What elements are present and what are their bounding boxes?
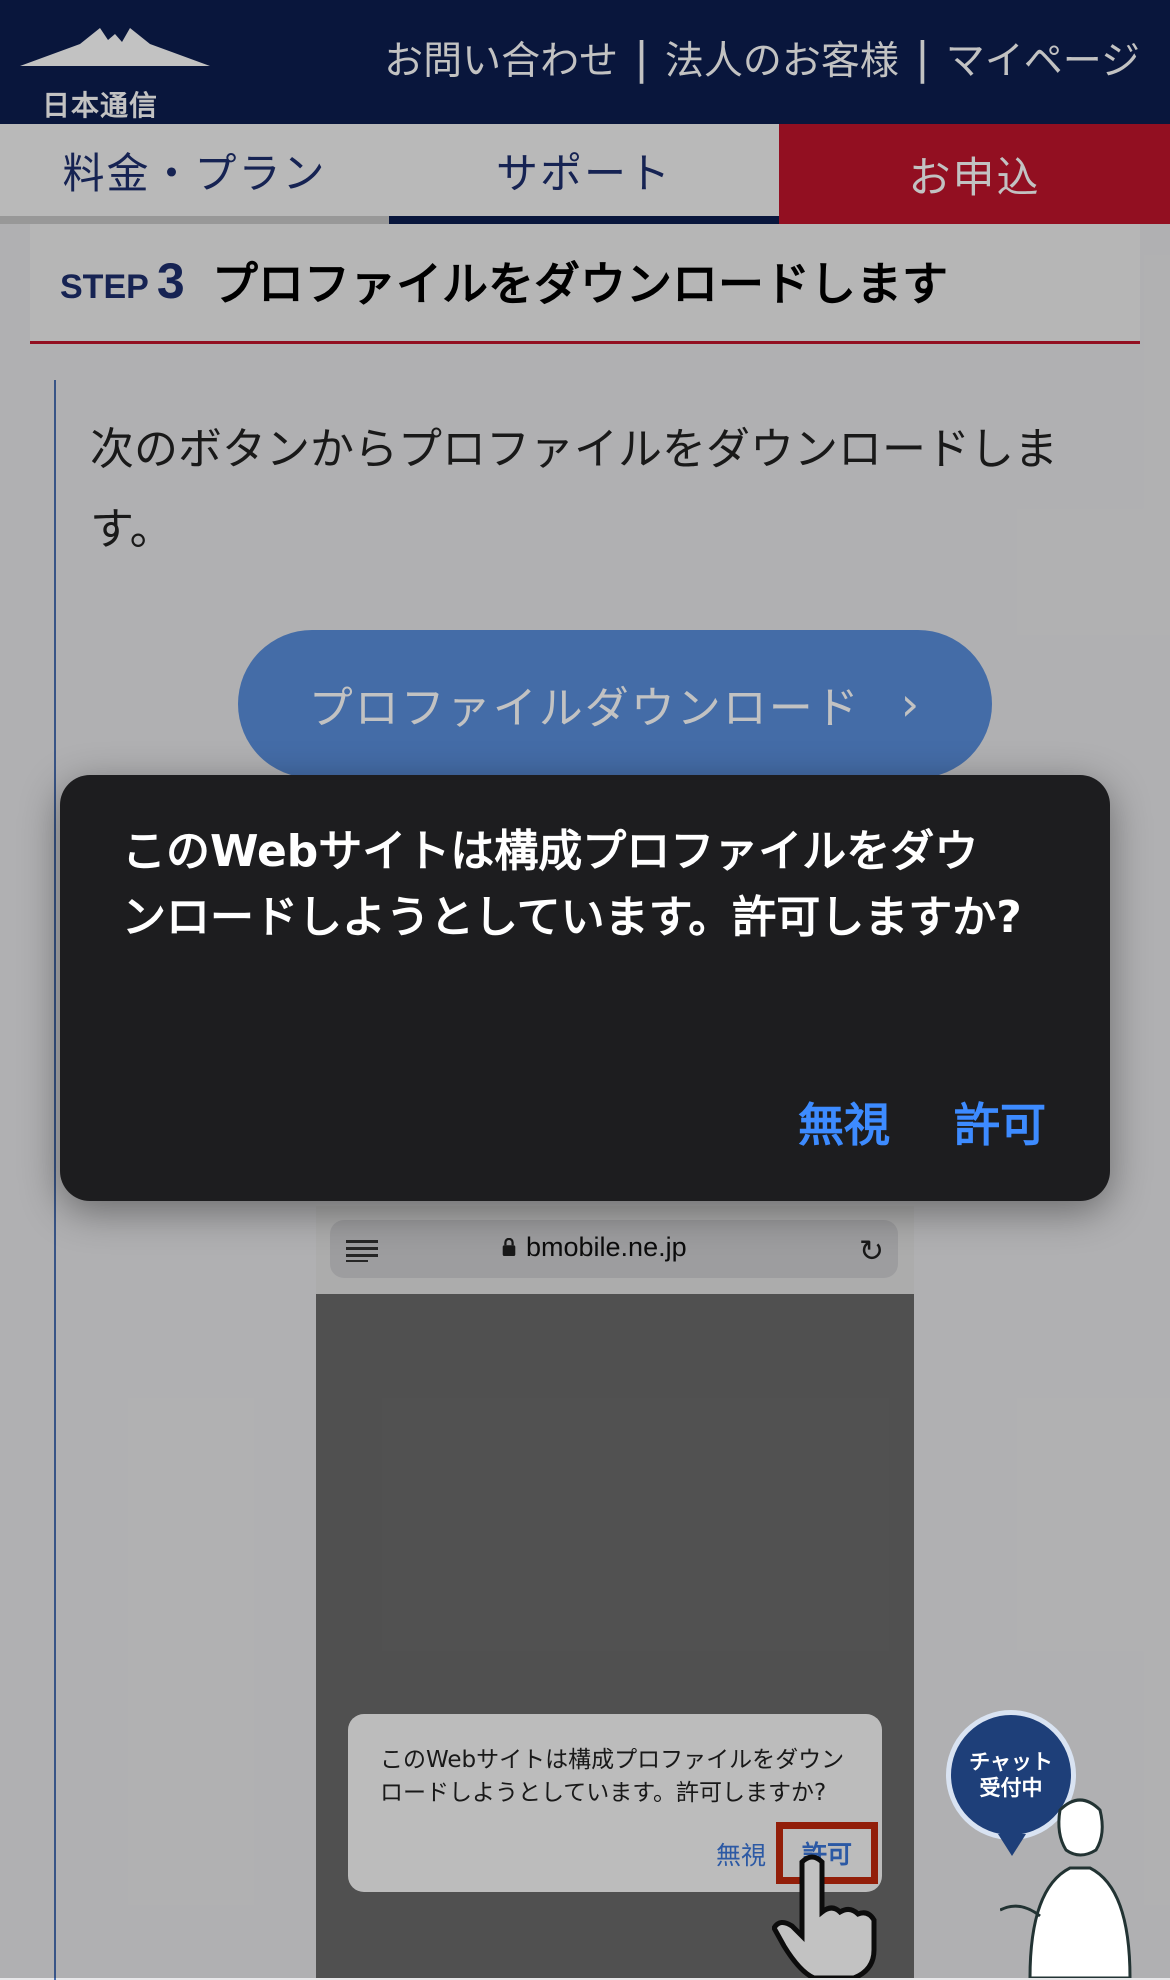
support-agent-illustration xyxy=(1000,1798,1132,1978)
ignore-button[interactable]: 無視 xyxy=(798,1089,890,1155)
profile-download-alert: このWebサイトは構成プロファイルをダウンロードしようとしています。許可しますか… xyxy=(60,775,1110,1201)
alert-message: このWebサイトは構成プロファイルをダウンロードしようとしています。許可しますか… xyxy=(122,826,1022,943)
chat-label: チャット xyxy=(969,1750,1053,1774)
allow-button[interactable]: 許可 xyxy=(954,1089,1046,1155)
